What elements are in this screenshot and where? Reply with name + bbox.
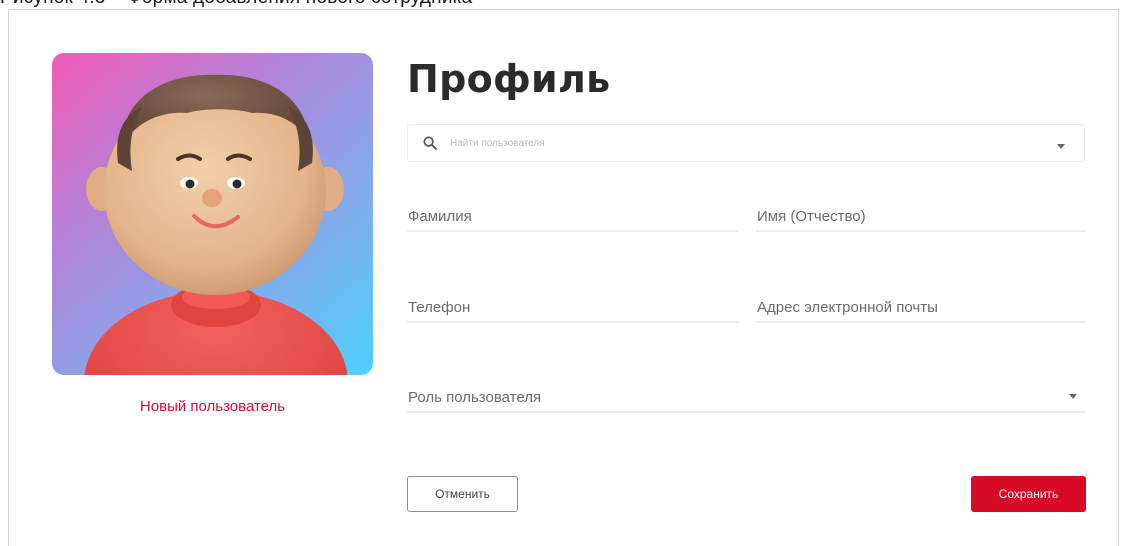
page-title: Профиль bbox=[407, 57, 611, 101]
frame-border-right bbox=[1118, 9, 1119, 546]
phone-field[interactable]: Телефон bbox=[407, 293, 738, 323]
first-name-label: Имя (Отчество) bbox=[757, 208, 866, 225]
role-label: Роль пользователя bbox=[408, 389, 542, 406]
first-name-field[interactable]: Имя (Отчество) bbox=[756, 202, 1086, 232]
first-name-underline bbox=[756, 230, 1086, 232]
search-input[interactable] bbox=[450, 134, 1050, 152]
role-select[interactable]: Роль пользователя bbox=[407, 383, 1086, 413]
avatar-caption: Новый пользователь bbox=[139, 398, 286, 415]
chevron-down-icon[interactable] bbox=[1069, 394, 1077, 399]
figure-caption: Рисунок 4.3 – Форма добавления нового со… bbox=[0, 0, 472, 9]
role-underline bbox=[407, 411, 1086, 413]
email-field[interactable]: Адрес электронной почты bbox=[756, 293, 1086, 323]
frame-border-top bbox=[8, 9, 1119, 10]
last-name-underline bbox=[407, 230, 738, 232]
phone-underline bbox=[407, 321, 738, 323]
search-icon bbox=[423, 136, 437, 155]
chevron-down-icon[interactable] bbox=[1057, 144, 1065, 149]
email-underline bbox=[756, 321, 1086, 323]
cancel-button[interactable]: Отменить bbox=[407, 476, 518, 512]
email-label: Адрес электронной почты bbox=[757, 299, 938, 316]
frame-border-left bbox=[8, 9, 9, 546]
save-button[interactable]: Сохранить bbox=[971, 476, 1086, 512]
avatar-illustration bbox=[84, 74, 348, 375]
last-name-field[interactable]: Фамилия bbox=[407, 202, 738, 232]
user-search[interactable] bbox=[407, 124, 1085, 162]
avatar[interactable] bbox=[52, 53, 373, 375]
last-name-label: Фамилия bbox=[408, 208, 472, 225]
phone-label: Телефон bbox=[408, 299, 471, 316]
